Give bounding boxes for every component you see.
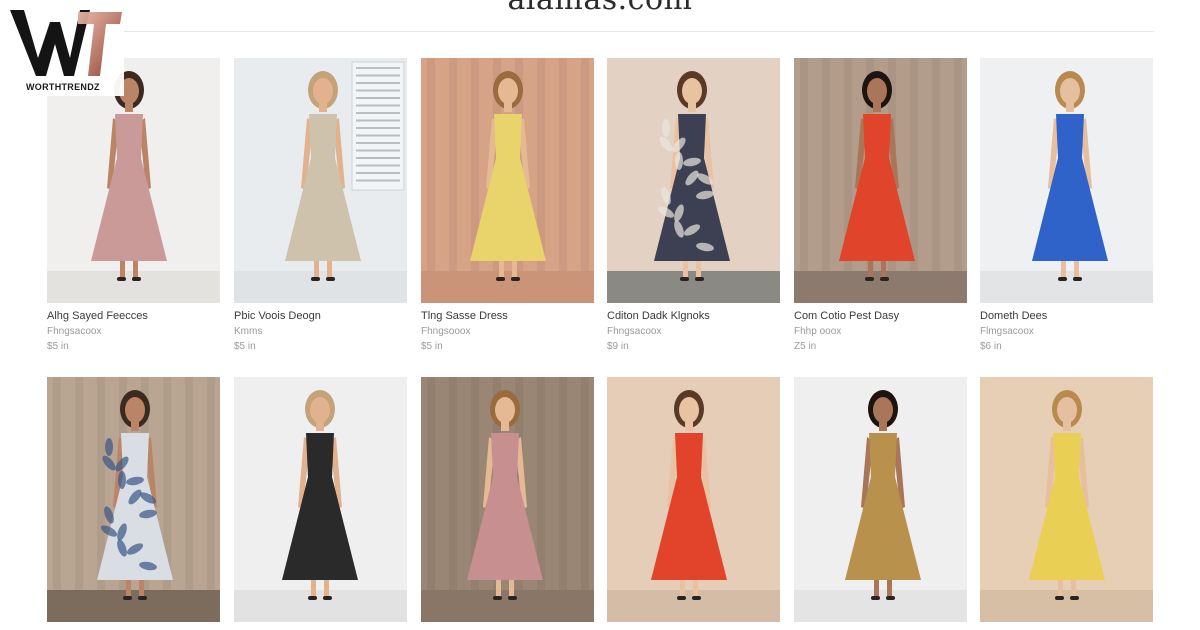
- product-card[interactable]: Pbic Voois Deogn Kmms $5 in: [234, 58, 407, 352]
- product-price: Z5 in: [794, 341, 817, 352]
- header-divider: [110, 31, 1154, 32]
- blue-print-sundress-photo: [47, 377, 220, 622]
- product-price: $9 in: [607, 341, 629, 352]
- product-name[interactable]: Pbic Voois Deogn: [234, 310, 321, 322]
- yellow-maxi-dress-photo: [421, 58, 594, 303]
- product-name[interactable]: Cditon Dadk Klgnoks: [607, 310, 710, 322]
- product-image[interactable]: [607, 377, 780, 622]
- product-subtitle: Fhngsacoox: [607, 326, 662, 337]
- product-image[interactable]: [47, 377, 220, 622]
- site-title[interactable]: alamas.com: [0, 0, 1200, 17]
- beige-halter-dress-photo: [234, 58, 407, 303]
- product-price: $5 in: [47, 341, 69, 352]
- wt-logo-icon: [10, 10, 122, 76]
- product-image[interactable]: [234, 58, 407, 303]
- red-halter-dress-photo: [607, 377, 780, 622]
- logo-wordmark: WORTHTRENDZ: [26, 82, 100, 92]
- red-maxi-dress-photo: [794, 58, 967, 303]
- product-image[interactable]: [980, 58, 1153, 303]
- navy-print-dress-photo: [607, 58, 780, 303]
- product-card[interactable]: [234, 377, 407, 622]
- blue-maxi-dress-photo: [980, 58, 1153, 303]
- product-name[interactable]: Tlng Sasse Dress: [421, 310, 508, 322]
- product-subtitle: Kmms: [234, 326, 263, 337]
- product-subtitle: Flmgsacoox: [980, 326, 1034, 337]
- product-price: $5 in: [421, 341, 443, 352]
- product-card[interactable]: Com Cotio Pest Dasy Fhhp ooox Z5 in: [794, 58, 967, 352]
- product-card[interactable]: Dometh Dees Flmgsacoox $6 in: [980, 58, 1153, 352]
- product-card[interactable]: Cditon Dadk Klgnoks Fhngsacoox $9 in: [607, 58, 780, 352]
- product-name[interactable]: Com Cotio Pest Dasy: [794, 310, 899, 322]
- product-name[interactable]: Alhg Sayed Feecces: [47, 310, 148, 322]
- product-price: $6 in: [980, 341, 1002, 352]
- product-image[interactable]: [794, 58, 967, 303]
- product-card[interactable]: [47, 377, 220, 622]
- product-subtitle: Fhngsacoox: [47, 326, 102, 337]
- product-name[interactable]: Dometh Dees: [980, 310, 1047, 322]
- product-price: $5 in: [234, 341, 256, 352]
- product-card[interactable]: Tlng Sasse Dress Fhngsooox $5 in: [421, 58, 594, 352]
- page: alamas.com WORTHTRENDZ Alhg Sayed Feecce…: [0, 0, 1200, 630]
- product-subtitle: Fhngsooox: [421, 326, 471, 337]
- product-card[interactable]: [980, 377, 1153, 622]
- product-image[interactable]: [794, 377, 967, 622]
- product-subtitle: Fhhp ooox: [794, 326, 842, 337]
- product-image[interactable]: [421, 58, 594, 303]
- worthtrendz-logo[interactable]: WORTHTRENDZ: [8, 6, 124, 96]
- mustard-maxi-dress-photo: [794, 377, 967, 622]
- product-image[interactable]: [234, 377, 407, 622]
- product-card[interactable]: [421, 377, 594, 622]
- product-card[interactable]: [794, 377, 967, 622]
- black-jumpsuit-photo: [234, 377, 407, 622]
- pink-ruffle-dress-photo: [421, 377, 594, 622]
- product-image[interactable]: [980, 377, 1153, 622]
- product-image[interactable]: [421, 377, 594, 622]
- product-card[interactable]: [607, 377, 780, 622]
- site-header: alamas.com: [0, 0, 1200, 32]
- product-image[interactable]: [607, 58, 780, 303]
- yellow-ruffle-dress-photo: [980, 377, 1153, 622]
